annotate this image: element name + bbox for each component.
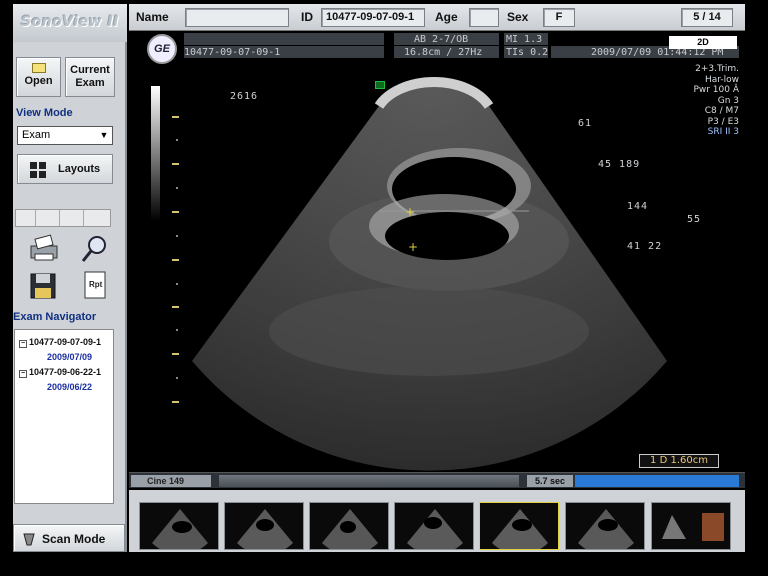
thumbnail[interactable] (651, 502, 731, 550)
sex-label: Sex (507, 10, 529, 24)
printer-icon (30, 234, 58, 261)
probe-label: AB 2-7/OB (414, 34, 469, 45)
cine-bar: Cine 149 5.7 sec (129, 472, 745, 488)
app-window: SonoView II Open Current Exam View Mode E… (0, 0, 768, 576)
mode-indicator: 2D (669, 36, 737, 49)
ultrasound-image[interactable]: + + GE 10477-09-07-09-1 AB 2-7/OB 16.8cm… (129, 31, 745, 472)
thumbnail[interactable] (309, 502, 389, 550)
measurement-1: 61 (578, 118, 593, 129)
cine-progress[interactable] (575, 475, 739, 487)
grayscale-bar (151, 86, 160, 221)
layouts-button[interactable]: Layouts (17, 154, 113, 184)
id-label: ID (301, 10, 313, 24)
exam-node-2[interactable]: −10477-09-06-22-1 (19, 367, 101, 378)
id-field[interactable]: 10477-09-07-09-1 (321, 8, 425, 27)
caliper-marker-1: + (405, 205, 415, 219)
tis-value: TIs 0.2 (506, 47, 549, 58)
patient-id-overlay: 10477-09-07-09-1 (184, 47, 281, 58)
thumbnail[interactable] (394, 502, 474, 550)
measurement-3: 144 (627, 201, 649, 212)
report-button[interactable]: Rpt (75, 268, 115, 302)
exam-navigator-label: Exam Navigator (13, 311, 97, 323)
thumbnail[interactable] (139, 502, 219, 550)
patient-header: Name ID 10477-09-07-09-1 Age Sex F 5 / 1… (129, 4, 745, 31)
probe-icon (23, 533, 35, 546)
thumbnail-selected[interactable] (479, 502, 559, 550)
thumbnail[interactable] (565, 502, 645, 550)
measurement-4: 55 (687, 214, 702, 225)
floppy-icon (30, 273, 56, 299)
age-field[interactable] (469, 8, 499, 27)
exam-node-1[interactable]: −10477-09-07-09-1 (19, 337, 101, 348)
collapse-icon[interactable]: − (19, 340, 27, 348)
app-logo: SonoView II (13, 4, 127, 42)
depth-freq: 16.8cm / 27Hz (404, 47, 483, 58)
save-button[interactable] (25, 268, 65, 302)
current-exam-button[interactable]: Current Exam (65, 57, 115, 97)
scan-mode-button[interactable]: Scan Mode (13, 524, 125, 552)
imaging-params: 2+3.Trim. Har-low Pwr 100 Â Gn 3 C8 / M7… (693, 64, 739, 137)
image-header: 10477-09-07-09-1 AB 2-7/OB 16.8cm / 27Hz… (129, 33, 745, 61)
zoom-button[interactable] (75, 232, 115, 266)
measurement-5: 41 22 (627, 241, 663, 252)
report-label: Rpt (89, 280, 103, 289)
exam-date-2[interactable]: 2009/06/22 (47, 382, 92, 392)
open-button-label: Open (24, 75, 53, 87)
toolbar-slider[interactable] (15, 209, 111, 227)
name-field[interactable] (185, 8, 289, 27)
age-label: Age (435, 10, 458, 24)
chevron-down-icon: ▼ (99, 130, 109, 140)
view-mode-label: View Mode (16, 107, 73, 119)
cine-seconds: 5.7 sec (527, 475, 573, 487)
open-button[interactable]: Open (16, 57, 61, 97)
view-mode-select[interactable]: Exam ▼ (17, 126, 113, 145)
measurement-left: 2616 (230, 91, 259, 102)
collapse-icon[interactable]: − (19, 370, 27, 378)
sidebar: SonoView II Open Current Exam View Mode E… (13, 4, 127, 552)
folder-icon (31, 63, 46, 73)
grid-icon (30, 162, 46, 178)
mi-value: MI 1.3 (506, 34, 543, 45)
caliper-marker-2: + (408, 240, 418, 254)
focus-marker (375, 81, 385, 89)
exam-navigator: −10477-09-07-09-1 2009/07/09 −10477-09-0… (14, 329, 114, 504)
magnifier-icon (81, 236, 106, 262)
sex-field[interactable]: F (543, 8, 575, 27)
thumbnail[interactable] (224, 502, 304, 550)
image-pager[interactable]: 5 / 14 (681, 8, 733, 27)
measurement-2: 45 189 (598, 159, 641, 170)
distance-readout: 1 D 1.60cm (639, 454, 719, 468)
thumbnail-strip (129, 490, 745, 552)
cine-label: Cine 149 (131, 475, 211, 487)
name-label: Name (136, 10, 169, 24)
cine-scrubber[interactable] (219, 475, 519, 487)
print-button[interactable] (25, 232, 65, 266)
exam-date-1[interactable]: 2009/07/09 (47, 352, 92, 362)
